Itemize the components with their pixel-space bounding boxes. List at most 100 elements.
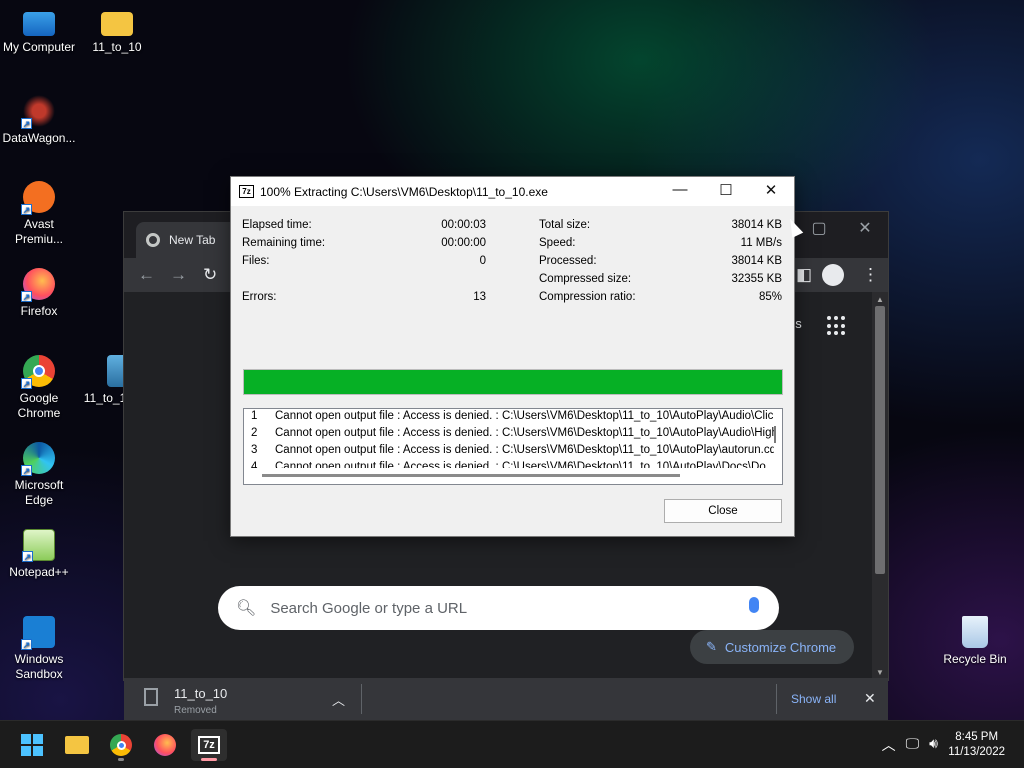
edge-icon: ↗ <box>21 442 55 476</box>
system-tray: ︿ 🖵︎ 🔊︎ <box>882 735 938 755</box>
shortcut-arrow-icon: ↗ <box>21 639 32 650</box>
log-vertical-scrollbar-thumb[interactable] <box>774 426 776 443</box>
desktop-icon-label: Microsoft Edge <box>14 478 64 507</box>
download-file-name[interactable]: 11_to_10 <box>174 686 227 701</box>
clock-date: 11/13/2022 <box>948 746 1005 758</box>
log-horizontal-scrollbar[interactable] <box>244 468 770 484</box>
side-panel-icon[interactable]: ◧ <box>796 265 812 285</box>
log-row-text: Cannot open output file : Access is deni… <box>275 427 774 439</box>
desktop-icon-label: Windows Sandbox <box>14 652 64 681</box>
7zip-icon: 7z <box>198 736 220 754</box>
clock[interactable]: 8:45 PM 11/13/2022 <box>948 730 1005 760</box>
desktop-icon-label: 11_to_10 <box>92 40 142 54</box>
desktop-icon-label: Firefox <box>20 304 58 318</box>
folder-icon <box>101 12 133 36</box>
log-row[interactable]: 3 Cannot open output file : Access is de… <box>244 444 774 461</box>
volume-icon[interactable]: 🔊︎ <box>929 735 938 755</box>
taskbar-7zip[interactable]: 7z <box>191 729 227 761</box>
chrome-icon: ↗ <box>21 355 55 389</box>
desktop-icon-recycle-bin[interactable]: Recycle Bin <box>935 616 1015 667</box>
shortcut-arrow-icon: ↗ <box>21 378 32 389</box>
log-row[interactable]: 1 Cannot open output file : Access is de… <box>244 410 774 427</box>
extraction-progress-bar <box>243 369 783 395</box>
log-row-number: 1 <box>251 410 258 422</box>
7zip-logo-icon: 7z <box>239 185 254 198</box>
pencil-icon: ✎ <box>706 639 717 654</box>
desktop-icon-11-to-10-folder[interactable]: 11_to_10 <box>77 8 157 55</box>
google-search-box[interactable]: 🔍︎ Search Google or type a URL <box>218 586 779 630</box>
datawagon-icon: ↗ <box>21 95 55 129</box>
stat-value: 38014 KB <box>731 255 782 267</box>
stat-label: Files: <box>242 255 270 267</box>
log-row[interactable]: 2 Cannot open output file : Access is de… <box>244 427 774 444</box>
avast-icon: ↗ <box>21 181 55 215</box>
shortcut-arrow-icon: ↗ <box>21 204 32 215</box>
download-chevron-up-icon[interactable]: ︿ <box>332 690 345 709</box>
close-button[interactable]: Close <box>664 499 782 523</box>
extraction-dialog[interactable]: 7z 100% Extracting C:\Users\VM6\Desktop\… <box>230 176 795 537</box>
dialog-titlebar[interactable]: 7z 100% Extracting C:\Users\VM6\Desktop\… <box>231 177 794 206</box>
google-apps-icon[interactable] <box>827 316 847 336</box>
taskbar-firefox[interactable] <box>147 729 183 761</box>
scroll-down-arrow-icon[interactable]: ▼ <box>872 668 888 677</box>
log-vertical-scrollbar[interactable] <box>768 409 782 471</box>
scroll-up-arrow-icon[interactable]: ▲ <box>872 295 888 304</box>
desktop-icon-my-computer[interactable]: My Computer <box>0 8 79 55</box>
back-icon[interactable]: ← <box>138 265 155 285</box>
chrome-maximize-button[interactable]: ▢ <box>799 218 839 238</box>
stat-value: 13 <box>473 291 486 303</box>
recycle-bin-icon <box>962 616 988 648</box>
log-row-text: Cannot open output file : Access is deni… <box>275 410 774 422</box>
start-button[interactable] <box>14 729 50 761</box>
error-log-list[interactable]: 1 Cannot open output file : Access is de… <box>243 408 783 485</box>
chrome-tab-label: New Tab <box>169 233 216 247</box>
desktop-icon-avast[interactable]: ↗ Avast Premiu... <box>0 181 79 247</box>
close-window-button[interactable]: ✕ <box>756 181 786 199</box>
chrome-tab-icon <box>146 233 160 247</box>
stat-value: 0 <box>479 255 486 267</box>
menu-icon[interactable]: ⋮ <box>862 265 879 285</box>
chrome-icon <box>110 734 132 756</box>
desktop-icon-label: DataWagon... <box>2 131 76 145</box>
network-icon[interactable]: 🖵︎ <box>906 735 920 755</box>
desktop-icon-microsoft-edge[interactable]: ↗ Microsoft Edge <box>0 442 79 508</box>
show-hidden-icons-chevron-icon[interactable]: ︿ <box>882 735 896 755</box>
desktop-icon-datawagon[interactable]: ↗ DataWagon... <box>0 95 79 146</box>
stat-label: Remaining time: <box>242 237 326 249</box>
download-divider <box>776 684 777 714</box>
shortcut-arrow-icon: ↗ <box>21 291 32 302</box>
monitor-icon <box>23 12 55 36</box>
maximize-button[interactable]: ☐ <box>711 181 741 199</box>
log-horizontal-scrollbar-thumb[interactable] <box>262 474 680 477</box>
customize-chrome-button[interactable]: ✎ Customize Chrome <box>690 630 854 664</box>
shortcut-arrow-icon: ↗ <box>22 551 33 562</box>
scrollbar-thumb[interactable] <box>875 306 885 574</box>
chrome-vertical-scrollbar[interactable]: ▲ ▼ <box>872 292 888 680</box>
stat-label: Compression ratio: <box>539 291 636 303</box>
taskbar-file-explorer[interactable] <box>59 729 95 761</box>
download-divider <box>361 684 362 714</box>
desktop-icon-label: My Computer <box>2 40 76 54</box>
microphone-icon[interactable] <box>749 597 759 613</box>
close-download-shelf-icon[interactable]: ✕ <box>864 690 876 707</box>
log-row-number: 2 <box>251 427 258 439</box>
profile-icon[interactable] <box>822 264 844 286</box>
reload-icon[interactable]: ↻ <box>203 265 217 285</box>
download-file-icon <box>144 688 158 706</box>
file-explorer-icon <box>65 736 89 754</box>
desktop-icon-windows-sandbox[interactable]: ↗ Windows Sandbox <box>0 616 79 682</box>
download-shelf: 11_to_10 Removed ︿ Show all ✕ <box>124 678 888 720</box>
stat-value: 38014 KB <box>731 219 782 231</box>
desktop-icon-label: Avast Premiu... <box>14 217 63 246</box>
dialog-title: 100% Extracting C:\Users\VM6\Desktop\11_… <box>260 184 548 199</box>
minimize-button[interactable]: — <box>665 181 695 198</box>
taskbar-chrome[interactable] <box>103 729 139 761</box>
show-all-button[interactable]: Show all <box>791 692 836 706</box>
stat-label: Compressed size: <box>539 273 632 285</box>
forward-icon[interactable]: → <box>170 265 187 285</box>
download-status: Removed <box>174 705 217 716</box>
desktop-icon-firefox[interactable]: ↗ Firefox <box>0 268 79 319</box>
desktop-icon-notepad-plus-plus[interactable]: ↗ Notepad++ <box>0 529 79 580</box>
running-indicator <box>118 758 124 761</box>
chrome-close-button[interactable]: ✕ <box>845 218 885 238</box>
